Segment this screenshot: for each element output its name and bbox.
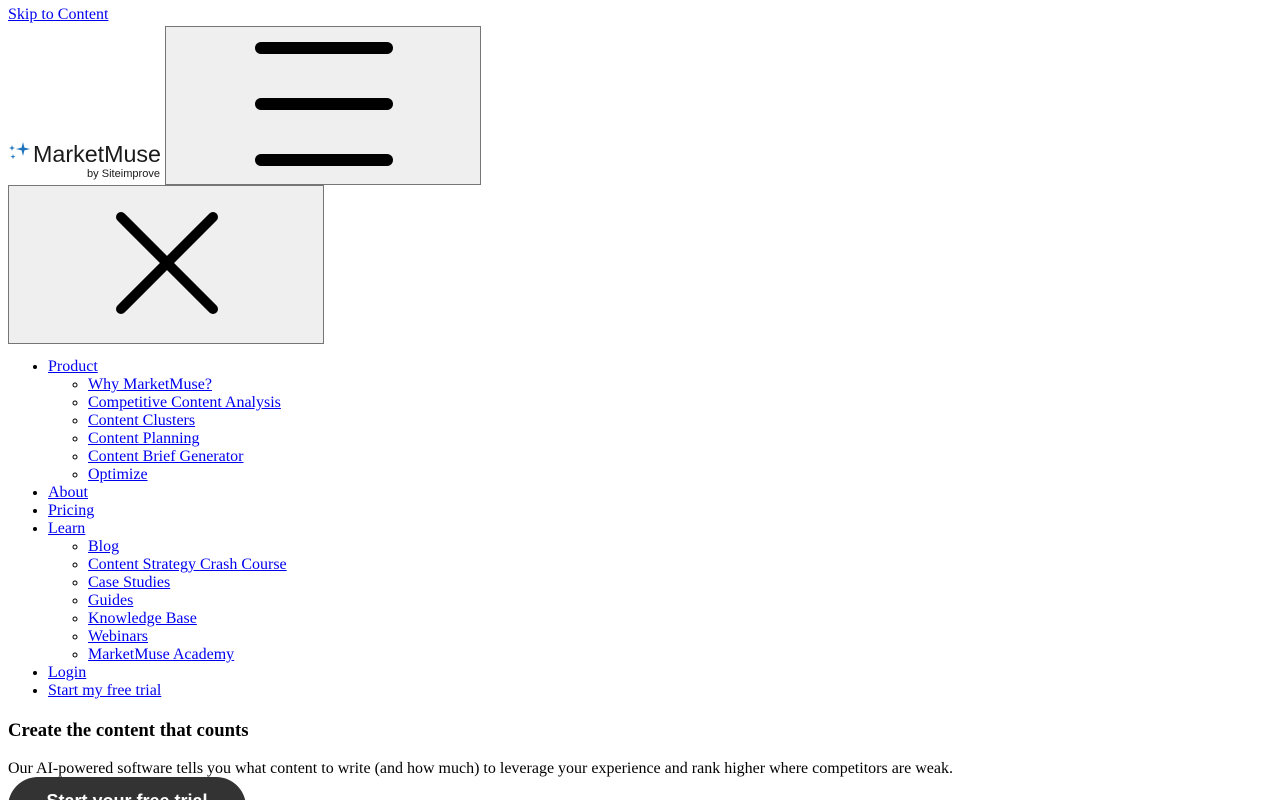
- nav-item-about: About: [48, 484, 908, 502]
- hero-description: Our AI-powered software tells you what c…: [8, 760, 953, 777]
- hero-title: Create the content that counts: [8, 720, 249, 741]
- nav-item-pricing: Pricing: [48, 502, 908, 520]
- submenu-item: Case Studies: [88, 574, 908, 592]
- nav-link-content-strategy-crash-course[interactable]: Content Strategy Crash Course: [88, 556, 287, 573]
- nav-link-content-brief-generator[interactable]: Content Brief Generator: [88, 448, 244, 465]
- nav-link-optimize[interactable]: Optimize: [88, 466, 148, 483]
- product-submenu: Why MarketMuse? Competitive Content Anal…: [48, 376, 908, 484]
- learn-submenu: Blog Content Strategy Crash Course Case …: [48, 538, 908, 664]
- nav-item-learn: Learn Blog Content Strategy Crash Course…: [48, 520, 908, 664]
- logo-wordmark: MarketMuse: [33, 141, 161, 167]
- main-navigation: Product Why MarketMuse? Competitive Cont…: [8, 358, 908, 700]
- nav-link-product[interactable]: Product: [48, 358, 98, 375]
- nav-link-knowledge-base[interactable]: Knowledge Base: [88, 610, 197, 627]
- submenu-item: Why MarketMuse?: [88, 376, 908, 394]
- submenu-item: Blog: [88, 538, 908, 556]
- nav-item-free-trial: Start my free trial: [48, 682, 908, 700]
- nav-link-about[interactable]: About: [48, 484, 88, 501]
- nav-link-content-clusters[interactable]: Content Clusters: [88, 412, 195, 429]
- menu-toggle-button[interactable]: [165, 26, 481, 185]
- sparkle-icon: [9, 142, 30, 160]
- logo-byline: by Siteimprove: [87, 168, 160, 180]
- close-icon: [116, 212, 218, 314]
- nav-link-case-studies[interactable]: Case Studies: [88, 574, 170, 591]
- submenu-item: Knowledge Base: [88, 610, 908, 628]
- nav-link-competitive-content-analysis[interactable]: Competitive Content Analysis: [88, 394, 281, 411]
- nav-link-start-free-trial[interactable]: Start my free trial: [48, 682, 161, 699]
- submenu-item: Competitive Content Analysis: [88, 394, 908, 412]
- logo-graphic: MarketMuse by Siteimprove: [9, 141, 161, 180]
- menu-close-button[interactable]: [8, 185, 324, 344]
- hamburger-menu-icon: [255, 42, 393, 166]
- nav-item-login: Login: [48, 664, 908, 682]
- submenu-item: Content Brief Generator: [88, 448, 908, 466]
- nav-link-why-marketmuse[interactable]: Why MarketMuse?: [88, 376, 212, 393]
- submenu-item: Content Planning: [88, 430, 908, 448]
- submenu-item: MarketMuse Academy: [88, 646, 908, 664]
- nav-link-learn[interactable]: Learn: [48, 520, 85, 537]
- nav-menu: Product Why MarketMuse? Competitive Cont…: [8, 358, 908, 700]
- nav-link-content-planning[interactable]: Content Planning: [88, 430, 200, 447]
- submenu-item: Content Strategy Crash Course: [88, 556, 908, 574]
- start-free-trial-button[interactable]: Start your free trial: [8, 777, 246, 800]
- submenu-item: Webinars: [88, 628, 908, 646]
- submenu-item: Guides: [88, 592, 908, 610]
- nav-link-blog[interactable]: Blog: [88, 538, 119, 555]
- nav-link-login[interactable]: Login: [48, 664, 86, 681]
- submenu-item: Content Clusters: [88, 412, 908, 430]
- skip-to-content-link[interactable]: Skip to Content: [8, 6, 108, 24]
- nav-link-pricing[interactable]: Pricing: [48, 502, 94, 519]
- nav-link-marketmuse-academy[interactable]: MarketMuse Academy: [88, 646, 234, 663]
- marketmuse-logo[interactable]: MarketMuse by Siteimprove: [8, 140, 164, 182]
- nav-link-guides[interactable]: Guides: [88, 592, 133, 609]
- submenu-item: Optimize: [88, 466, 908, 484]
- nav-link-webinars[interactable]: Webinars: [88, 628, 148, 645]
- nav-item-product: Product Why MarketMuse? Competitive Cont…: [48, 358, 908, 484]
